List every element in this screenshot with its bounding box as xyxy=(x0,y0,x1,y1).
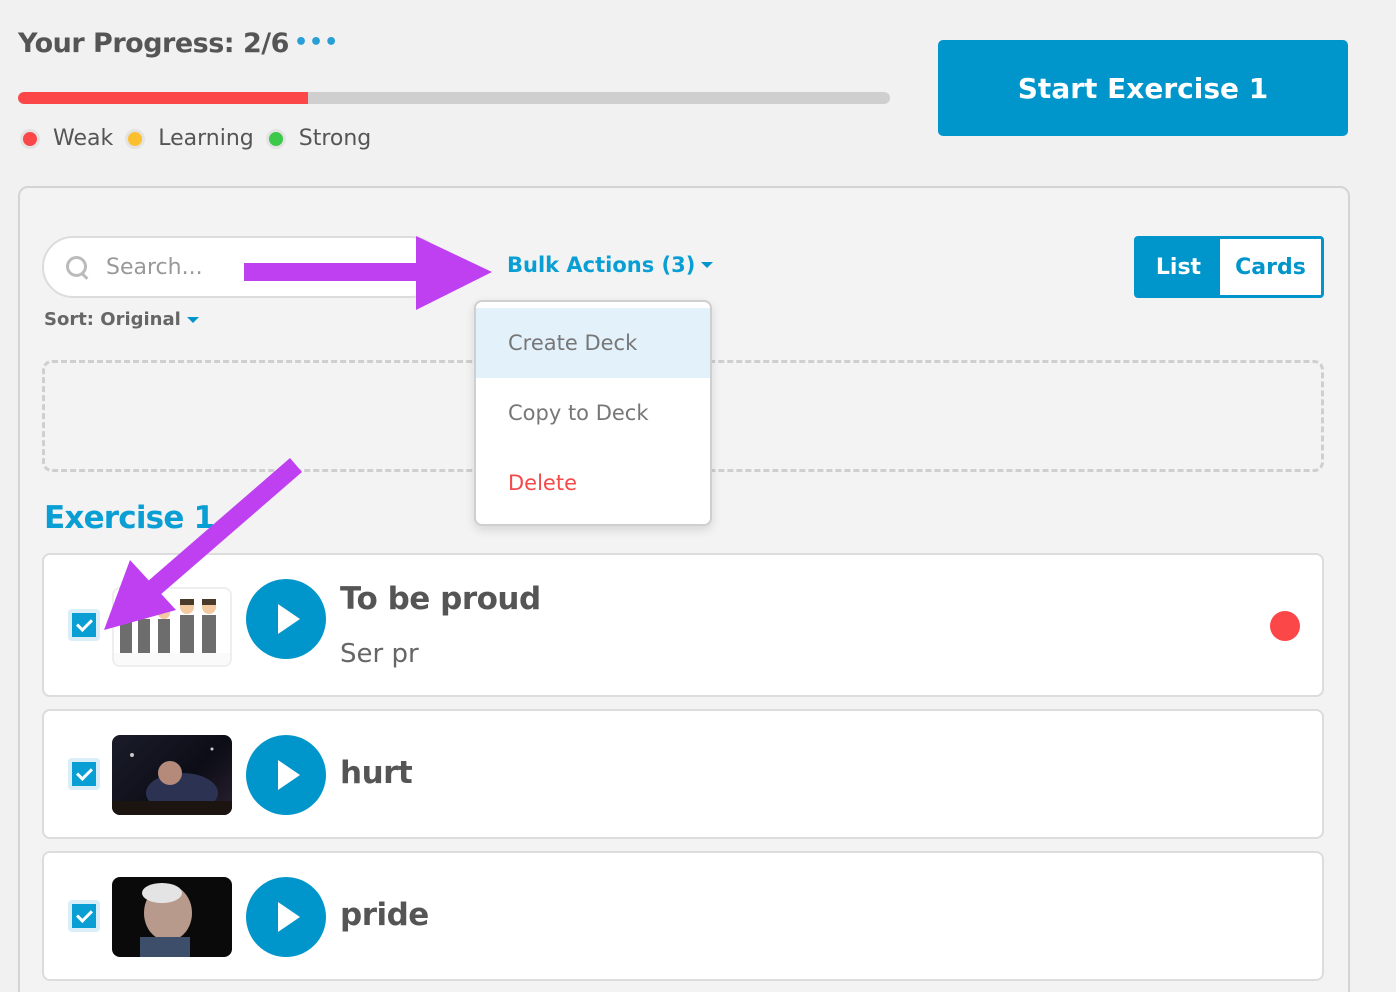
view-toggle: List Cards xyxy=(1134,236,1324,298)
caret-down-icon xyxy=(186,316,199,323)
strong-dot-icon xyxy=(265,128,286,149)
weak-dot-icon xyxy=(20,128,40,149)
row-checkbox[interactable] xyxy=(68,758,100,790)
menu-item-copy-to-deck[interactable]: Copy to Deck xyxy=(476,378,710,448)
word-thumbnail xyxy=(112,735,232,815)
bulk-actions-label: Bulk Actions (3) xyxy=(507,253,696,277)
sort-label: Sort: Original xyxy=(44,309,181,330)
caret-down-icon xyxy=(701,262,714,268)
row-checkbox[interactable] xyxy=(68,900,100,932)
search-box[interactable] xyxy=(42,236,442,298)
legend-label: Strong xyxy=(298,126,372,151)
progress-bar xyxy=(18,92,890,104)
menu-item-delete[interactable]: Delete xyxy=(476,448,710,518)
more-dots-icon[interactable]: ••• xyxy=(294,30,339,55)
word-text: To be proud xyxy=(340,581,541,617)
view-list-button[interactable]: List xyxy=(1137,239,1220,295)
play-audio-button[interactable] xyxy=(246,877,326,957)
start-exercise-button[interactable]: Start Exercise 1 xyxy=(938,40,1348,136)
word-thumbnail xyxy=(112,877,232,957)
row-checkbox[interactable] xyxy=(68,609,100,641)
word-text: pride xyxy=(340,897,429,933)
legend-label: Weak xyxy=(53,126,114,151)
legend-weak: Weak xyxy=(20,126,113,151)
weak-status-icon xyxy=(1270,611,1300,641)
word-text: hurt xyxy=(340,755,413,791)
strength-legend: Weak Learning Strong xyxy=(20,126,383,151)
word-thumbnail xyxy=(112,587,232,667)
section-title: Exercise 1 xyxy=(44,500,215,536)
legend-label: Learning xyxy=(158,126,254,151)
play-audio-button[interactable] xyxy=(246,579,326,659)
legend-learning: Learning xyxy=(125,126,254,151)
legend-strong: Strong xyxy=(265,126,372,151)
word-row[interactable]: hurt xyxy=(42,709,1324,839)
play-audio-button[interactable] xyxy=(246,735,326,815)
progress-bar-fill xyxy=(18,92,309,104)
bulk-actions-dropdown[interactable]: Bulk Actions (3) xyxy=(507,253,714,277)
search-input[interactable] xyxy=(106,254,406,280)
sort-dropdown[interactable]: Sort: Original xyxy=(44,309,199,330)
progress-title: Your Progress: 2/6 xyxy=(18,28,289,59)
translation-text: Ser pr xyxy=(340,639,419,669)
learning-dot-icon xyxy=(125,128,146,149)
word-row[interactable]: To be proud Ser pr xyxy=(42,553,1324,697)
search-icon xyxy=(64,254,90,280)
bulk-actions-menu: Create Deck Copy to Deck Delete xyxy=(474,300,712,526)
menu-item-create-deck[interactable]: Create Deck xyxy=(476,308,710,378)
view-cards-button[interactable]: Cards xyxy=(1220,239,1321,295)
word-row[interactable]: pride xyxy=(42,851,1324,981)
